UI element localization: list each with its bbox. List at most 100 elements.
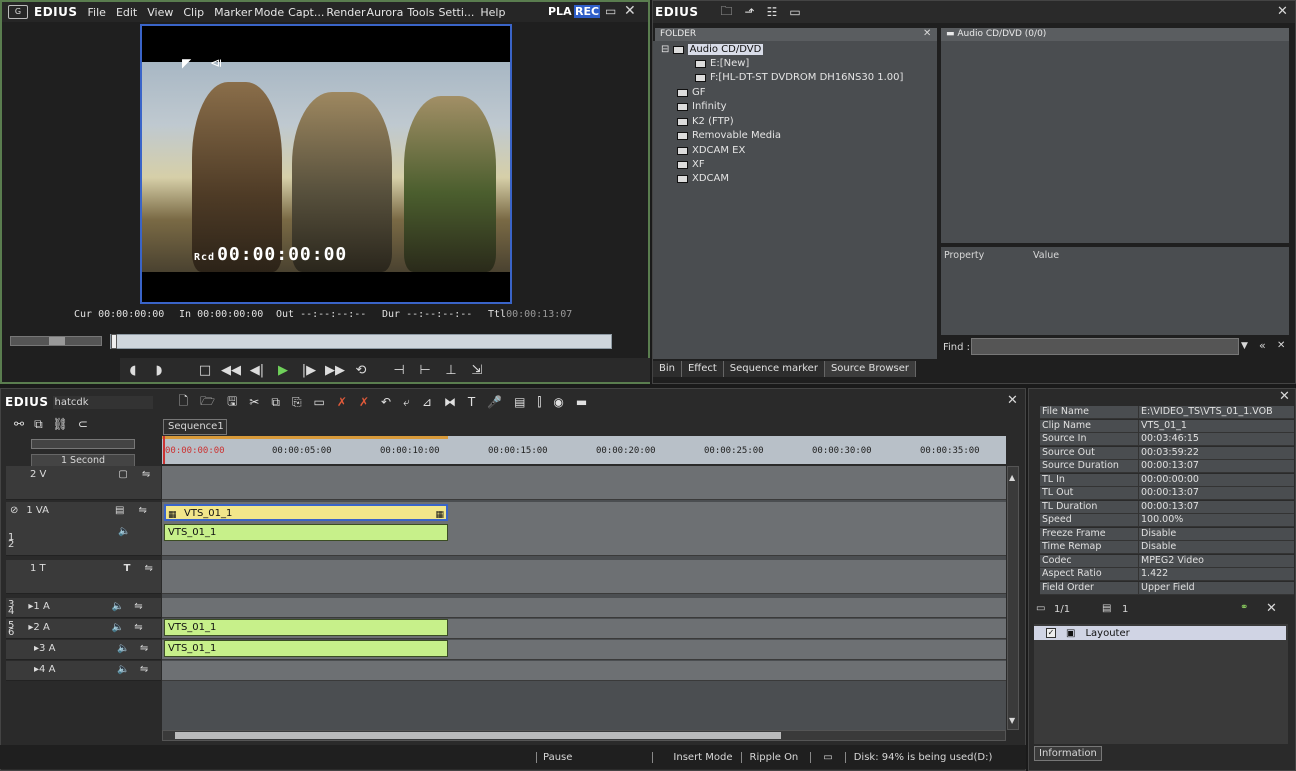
menu-view[interactable]: View xyxy=(147,6,173,19)
track-1va[interactable]: ⊘ 1 VA ▤ ⇋ 12 🔈 xyxy=(6,502,161,556)
open-project-icon[interactable]: 🗁 xyxy=(200,392,215,413)
cut-icon[interactable]: ✂ xyxy=(249,395,259,409)
audio-speaker-icon[interactable]: 🔈 xyxy=(117,664,129,675)
ripple-delete-icon[interactable]: ✗ xyxy=(359,395,369,409)
tree-node-k2[interactable]: K2 (FTP) xyxy=(677,116,734,127)
lane-2v[interactable] xyxy=(162,466,1006,500)
restore-icon[interactable]: ▭ xyxy=(605,4,616,18)
track-sync-icon[interactable]: ⇋ xyxy=(140,643,148,654)
sync-mode-icon[interactable]: ⛓ xyxy=(53,417,68,433)
audio-mixer-icon[interactable]: ⫿ xyxy=(538,395,542,410)
step-back-icon[interactable]: ◀| xyxy=(244,363,270,378)
lane-4a[interactable] xyxy=(162,661,1006,681)
menu-tools[interactable]: Tools xyxy=(407,6,434,19)
filter-enable-checkbox[interactable]: ✓ xyxy=(1046,628,1056,638)
audio-clip-2a[interactable]: VTS_01_1 xyxy=(164,619,448,636)
tab-source-browser[interactable]: Source Browser xyxy=(824,361,916,377)
status-insert-mode[interactable]: Insert Mode xyxy=(652,751,740,763)
track-2a[interactable]: 5 6 ▸ 2 A 🔈 ⇋ xyxy=(6,619,161,639)
step-forward-icon[interactable]: |▶ xyxy=(296,363,322,378)
fast-forward-icon[interactable]: ▶▶ xyxy=(322,363,348,378)
track-sync-icon[interactable]: ⇋ xyxy=(134,601,142,612)
timeline-close-icon[interactable]: ✕ xyxy=(1007,393,1018,408)
status-monitor-icon[interactable]: ▭ xyxy=(810,751,844,763)
loop-icon[interactable]: ⟲ xyxy=(348,363,374,378)
menu-capture[interactable]: Capt... xyxy=(288,6,324,19)
position-scrubber[interactable] xyxy=(110,334,612,349)
tree-node-removable[interactable]: Removable Media xyxy=(677,130,781,141)
pla-toggle[interactable]: PLA xyxy=(548,5,572,18)
bin-close-icon[interactable]: ✕ xyxy=(1277,4,1288,19)
rec-toggle[interactable]: REC xyxy=(574,5,601,18)
track-sync-icon[interactable]: ⇋ xyxy=(138,505,146,516)
tree-node-xdcam[interactable]: XDCAM xyxy=(677,173,729,184)
filter-item-layouter[interactable]: ✓ ▣ Layouter xyxy=(1034,626,1286,640)
audio-speaker-icon[interactable]: 🔈 xyxy=(112,622,124,633)
track-sync-icon[interactable]: ⇋ xyxy=(134,622,142,633)
status-ripple[interactable]: Ripple On xyxy=(740,751,811,763)
menu-help[interactable]: Help xyxy=(480,6,505,19)
audio-speaker-icon[interactable]: 🔈 xyxy=(118,526,130,537)
menu-file[interactable]: File xyxy=(88,6,106,19)
tree-node-xf[interactable]: XF xyxy=(677,159,705,170)
overwrite-to-timeline-icon[interactable]: ⊢ xyxy=(412,363,438,378)
track-1t[interactable]: 1 T T ⇋ xyxy=(6,560,161,594)
rewind-icon[interactable]: ◀◀ xyxy=(218,363,244,378)
find-input[interactable] xyxy=(971,338,1239,355)
track-lock-icon[interactable]: ⊘ xyxy=(10,505,18,516)
new-sequence-icon[interactable]: 🗋 xyxy=(179,392,189,413)
audio-clip-3a[interactable]: VTS_01_1 xyxy=(164,640,448,657)
lane-1a[interactable] xyxy=(162,598,1006,618)
hscroll-thumb[interactable] xyxy=(175,732,781,739)
audio-speaker-icon[interactable]: 🔈 xyxy=(117,643,129,654)
add-filter-icon[interactable]: ⚭ xyxy=(1240,602,1248,613)
menu-clip[interactable]: Clip xyxy=(183,6,204,19)
folder-close-icon[interactable]: ✕ xyxy=(923,28,931,39)
set-out-icon[interactable]: ◗ xyxy=(146,363,172,378)
set-in-icon[interactable]: ◖ xyxy=(120,363,146,378)
find-prev-icon[interactable]: « xyxy=(1259,339,1266,352)
tab-sequence-marker[interactable]: Sequence marker xyxy=(723,361,825,377)
tree-node-gf[interactable]: GF xyxy=(677,87,706,98)
up-level-icon[interactable]: ⬏ xyxy=(745,5,755,19)
timeline-ruler[interactable]: 00:00:00:00 00:00:05:00 00:00:10:00 00:0… xyxy=(162,436,1006,464)
track-1a[interactable]: 3 4 ▸ 1 A 🔈 ⇋ xyxy=(6,598,161,618)
color-icon[interactable]: ◉ xyxy=(553,395,563,409)
playhead[interactable] xyxy=(163,436,165,464)
title-icon[interactable]: T xyxy=(468,395,475,409)
tree-node-f-dvdrom[interactable]: F:[HL-DT-ST DVDROM DH16NS30 1.00] xyxy=(695,72,903,83)
menu-mode[interactable]: Mode xyxy=(254,6,284,19)
ripple-mode-icon[interactable]: ⊂ xyxy=(78,417,88,433)
voiceover-icon[interactable]: 🎤 xyxy=(487,395,502,409)
find-clear-icon[interactable]: ✕ xyxy=(1277,340,1285,351)
transition-icon[interactable]: ⧓ xyxy=(444,395,456,409)
tree-node-xdcam-ex[interactable]: XDCAM EX xyxy=(677,145,745,156)
track-sync-icon[interactable]: ⇋ xyxy=(140,664,148,675)
menu-edit[interactable]: Edit xyxy=(116,6,137,19)
delete-icon[interactable]: ✗ xyxy=(337,395,347,409)
stop-icon[interactable]: □ xyxy=(192,363,218,378)
menu-render[interactable]: Render xyxy=(326,6,365,19)
tab-bin[interactable]: Bin xyxy=(653,361,682,377)
copy-icon[interactable]: ⧉ xyxy=(271,395,280,410)
view-mode-icon[interactable]: ☷ xyxy=(767,5,778,19)
track-sync-icon[interactable]: ⇋ xyxy=(144,563,152,574)
render-icon[interactable]: ▤ xyxy=(514,395,525,409)
group-mode-icon[interactable]: ⧉ xyxy=(34,417,43,433)
find-dropdown-icon[interactable]: ▼ xyxy=(1241,341,1248,351)
zoom-slider[interactable] xyxy=(31,439,135,449)
close-icon[interactable]: ✕ xyxy=(624,3,636,19)
info-tab[interactable]: Information xyxy=(1034,746,1102,761)
display-icon[interactable]: ▬ xyxy=(576,395,587,409)
shuttle-slider[interactable] xyxy=(10,336,102,346)
track-3a[interactable]: ▸ 3 A 🔈 ⇋ xyxy=(6,640,161,660)
lane-1t[interactable] xyxy=(162,560,1006,594)
timeline-hscroll[interactable] xyxy=(162,730,1006,741)
vertical-scrollbar[interactable]: ▲ ▼ xyxy=(1007,466,1019,730)
tree-node-e-new[interactable]: E:[New] xyxy=(695,58,749,69)
marker-icon[interactable]: ⊿ xyxy=(422,395,432,409)
menu-settings[interactable]: Setti... xyxy=(438,6,474,19)
undo-icon[interactable]: ↶ xyxy=(381,395,391,409)
play-icon[interactable]: ▶ xyxy=(270,363,296,378)
track-sync-icon[interactable]: ⇋ xyxy=(142,469,150,480)
